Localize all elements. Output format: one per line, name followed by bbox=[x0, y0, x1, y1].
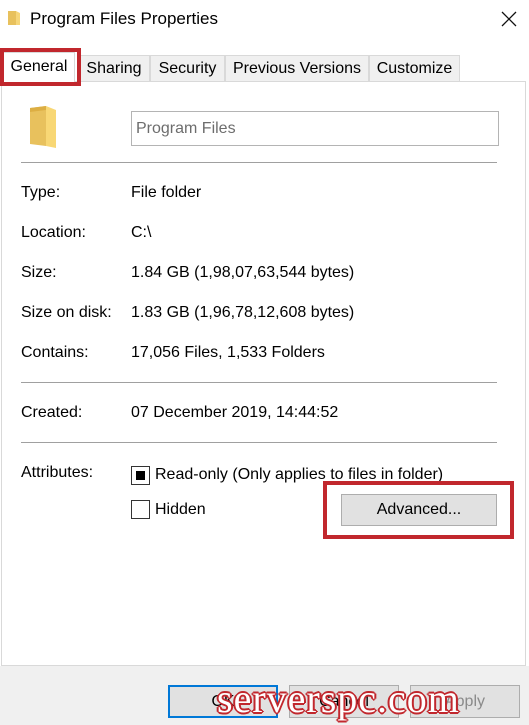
type-value: File folder bbox=[131, 184, 202, 201]
folder-icon bbox=[8, 11, 20, 25]
size-label: Size: bbox=[21, 264, 57, 281]
type-label: Type: bbox=[21, 184, 61, 201]
readonly-label: Read-only (Only applies to files in fold… bbox=[155, 466, 444, 483]
location-label: Location: bbox=[21, 224, 86, 241]
location-value: C:\ bbox=[131, 224, 152, 241]
watermark: serverspc.com bbox=[217, 676, 460, 721]
folder-name-input[interactable] bbox=[131, 111, 499, 146]
size-on-disk-label: Size on disk: bbox=[21, 304, 112, 321]
created-value: 07 December 2019, 14:44:52 bbox=[131, 404, 339, 421]
separator bbox=[21, 162, 497, 163]
separator bbox=[21, 442, 497, 443]
separator bbox=[21, 382, 497, 383]
hidden-checkbox[interactable] bbox=[131, 500, 150, 519]
contains-value: 17,056 Files, 1,533 Folders bbox=[131, 344, 325, 361]
tab-strip: General Sharing Security Previous Versio… bbox=[0, 52, 529, 82]
readonly-checkbox[interactable] bbox=[131, 466, 150, 485]
title-bar: Program Files Properties bbox=[0, 0, 529, 40]
indeterminate-mark bbox=[136, 471, 145, 480]
tab-customize[interactable]: Customize bbox=[369, 55, 460, 81]
attributes-label: Attributes: bbox=[21, 464, 94, 481]
tab-general[interactable]: General bbox=[3, 52, 75, 82]
contains-label: Contains: bbox=[21, 344, 89, 361]
size-value: 1.84 GB (1,98,07,63,544 bytes) bbox=[131, 264, 355, 281]
tab-security[interactable]: Security bbox=[150, 55, 225, 81]
close-icon bbox=[501, 11, 516, 27]
advanced-button[interactable]: Advanced... bbox=[341, 494, 497, 526]
folder-icon bbox=[30, 106, 56, 148]
general-panel bbox=[1, 81, 526, 666]
hidden-label: Hidden bbox=[155, 501, 206, 518]
close-button[interactable] bbox=[488, 0, 529, 38]
tab-previous-versions[interactable]: Previous Versions bbox=[225, 55, 369, 81]
size-on-disk-value: 1.83 GB (1,96,78,12,608 bytes) bbox=[131, 304, 355, 321]
tab-sharing[interactable]: Sharing bbox=[78, 55, 150, 81]
created-label: Created: bbox=[21, 404, 83, 421]
window-title: Program Files Properties bbox=[30, 9, 219, 28]
